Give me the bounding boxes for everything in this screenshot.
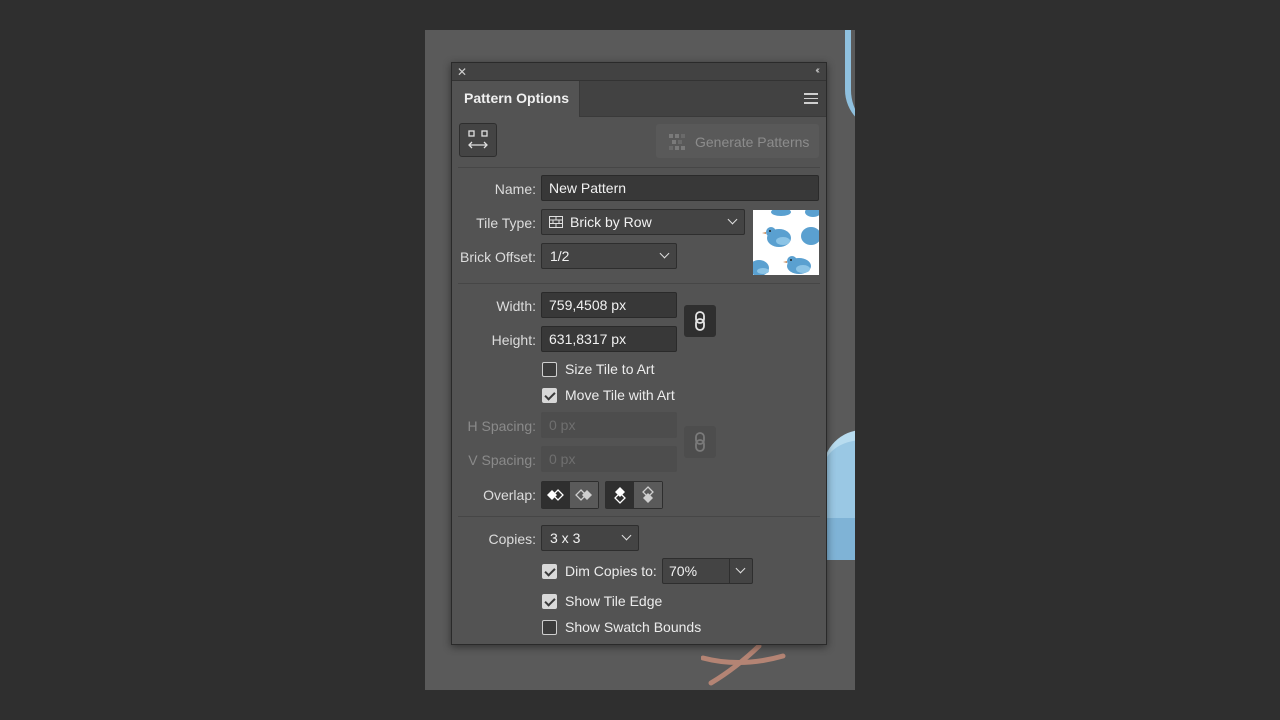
panel-titlebar: ✕ ‹‹ <box>452 63 826 81</box>
generate-patterns-icon <box>669 134 685 150</box>
bottom-in-front-button[interactable] <box>634 482 662 508</box>
dim-percent-value[interactable]: 70% <box>669 563 697 579</box>
left-in-front-button[interactable] <box>542 482 570 508</box>
brick-offset-dropdown[interactable]: 1/2 <box>541 243 677 269</box>
close-icon[interactable]: ✕ <box>457 65 467 79</box>
spacing-link-button[interactable] <box>684 426 716 458</box>
artwork-stroke <box>701 643 786 686</box>
move-tile-label: Move Tile with Art <box>565 387 675 403</box>
v-spacing-label: V Spacing: <box>468 452 536 468</box>
copies-dropdown[interactable]: 3 x 3 <box>541 525 639 551</box>
name-label: Name: <box>494 181 536 197</box>
h-spacing-field[interactable]: 0 px <box>541 412 677 438</box>
generate-patterns-label: Generate Patterns <box>695 134 810 150</box>
chevron-down-icon <box>621 530 632 541</box>
width-field[interactable]: 759,4508 px <box>541 292 677 318</box>
horizontal-overlap-group <box>541 481 599 509</box>
dim-copies-checkbox[interactable] <box>542 564 557 579</box>
tile-type-dropdown[interactable]: Brick by Row <box>541 209 745 235</box>
width-label: Width: <box>496 298 536 314</box>
size-tile-checkbox[interactable] <box>542 362 557 377</box>
overlap-right-icon <box>575 489 592 501</box>
generate-patterns-button[interactable]: Generate Patterns <box>656 124 819 158</box>
show-tile-edge-checkbox[interactable] <box>542 594 557 609</box>
v-spacing-field[interactable]: 0 px <box>541 446 677 472</box>
height-label: Height: <box>491 332 536 348</box>
brick-offset-value: 1/2 <box>550 248 570 264</box>
overlap-top-icon <box>614 487 626 504</box>
bird-pattern-image <box>753 210 819 275</box>
pattern-tile-tool-button[interactable] <box>459 123 497 157</box>
right-in-front-button[interactable] <box>570 482 598 508</box>
dim-percent-combo[interactable]: 70% <box>662 558 753 584</box>
overlap-bottom-icon <box>642 486 654 503</box>
brick-offset-label: Brick Offset: <box>460 249 536 265</box>
show-tile-edge-label: Show Tile Edge <box>565 593 663 609</box>
artwork-shape <box>845 30 855 130</box>
height-field[interactable]: 631,8317 px <box>541 326 677 352</box>
divider <box>458 516 820 517</box>
double-chevron-left-icon[interactable]: ‹‹ <box>815 64 819 78</box>
tab-pattern-options[interactable]: Pattern Options <box>452 81 580 117</box>
constrain-proportions-button[interactable] <box>684 305 716 337</box>
chain-link-icon <box>695 311 705 331</box>
overlap-left-icon <box>547 489 564 501</box>
copies-value: 3 x 3 <box>550 530 581 546</box>
tile-type-label: Tile Type: <box>476 215 536 231</box>
artwork-shape <box>823 430 855 560</box>
divider <box>458 167 820 168</box>
panel-tabbar: Pattern Options <box>452 81 826 117</box>
copies-label: Copies: <box>488 531 536 547</box>
vertical-overlap-group <box>605 481 663 509</box>
name-field[interactable]: New Pattern <box>541 175 819 201</box>
chevron-down-icon <box>659 248 670 259</box>
size-tile-label: Size Tile to Art <box>565 361 655 377</box>
divider <box>458 283 820 284</box>
combo-separator <box>729 559 730 583</box>
chevron-down-icon <box>727 214 738 225</box>
show-swatch-bounds-checkbox[interactable] <box>542 620 557 635</box>
pattern-tile-tool-icon <box>468 130 488 149</box>
h-spacing-label: H Spacing: <box>467 418 536 434</box>
hamburger-menu-icon[interactable] <box>804 93 818 104</box>
overlap-label: Overlap: <box>483 487 536 503</box>
pattern-options-panel: ✕ ‹‹ Pattern Options Generate Patterns N… <box>451 62 827 645</box>
show-swatch-bounds-label: Show Swatch Bounds <box>565 619 702 635</box>
chain-link-icon <box>695 432 705 452</box>
pattern-preview-thumbnail <box>753 210 819 275</box>
chevron-down-icon[interactable] <box>735 563 746 574</box>
brick-tile-icon <box>549 216 563 228</box>
top-in-front-button[interactable] <box>606 482 634 508</box>
move-tile-checkbox[interactable] <box>542 388 557 403</box>
tile-type-value: Brick by Row <box>570 214 652 230</box>
dim-copies-label: Dim Copies to: <box>565 563 657 579</box>
